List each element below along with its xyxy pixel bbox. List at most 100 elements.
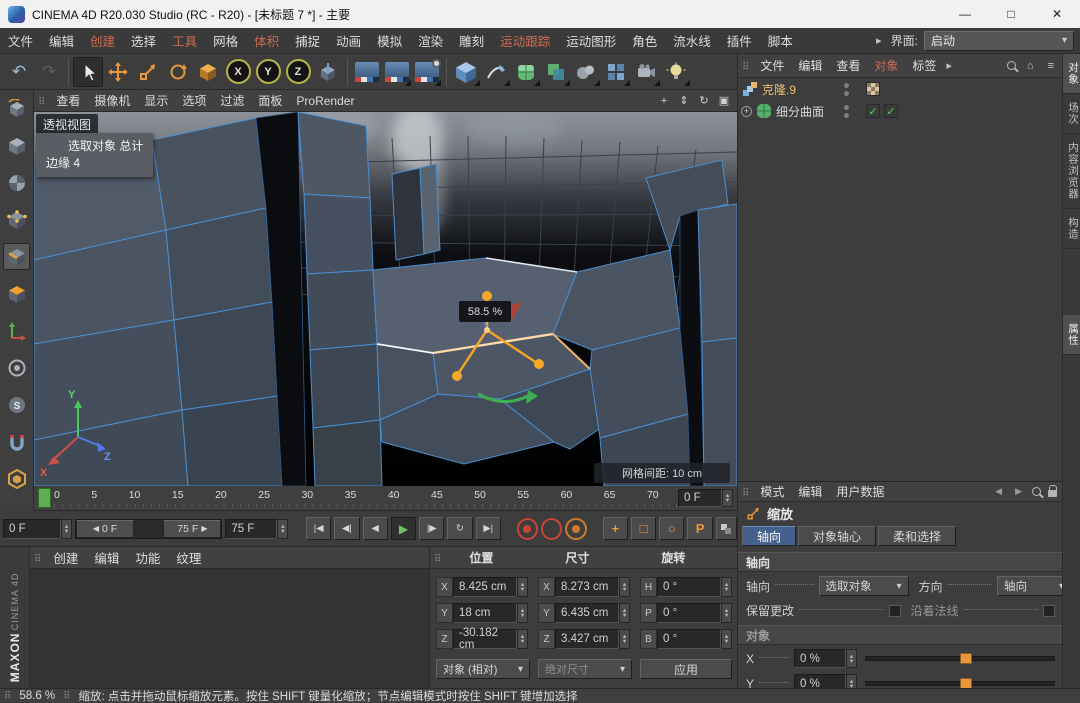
material-menu-texture[interactable]: 纹理 (168, 547, 209, 568)
panel-menu-icon[interactable]: ≡ (1045, 60, 1057, 72)
toggle-view-icon[interactable]: ▣ (715, 93, 733, 109)
points-mode-button[interactable] (3, 206, 30, 233)
goto-end-button[interactable]: ▶| (476, 517, 501, 540)
menu-snap[interactable]: 捕捉 (287, 28, 328, 53)
end-frame-value[interactable]: 75 F (225, 519, 277, 539)
rot-p-stepper[interactable] (721, 603, 732, 623)
timeline-frame-field[interactable]: 0 F (678, 489, 733, 507)
object-row-subdivision[interactable]: + 细分曲面 ✓ ✓ (738, 100, 1063, 122)
rot-h-stepper[interactable] (721, 577, 732, 597)
slider-handle[interactable] (960, 678, 972, 688)
prev-key-button[interactable]: ◀| (334, 517, 359, 540)
menu-mesh[interactable]: 网格 (205, 28, 246, 53)
menu-volume[interactable]: 体积 (246, 28, 287, 53)
timeline-frame-value[interactable]: 0 F (678, 489, 722, 507)
add-primitive-button[interactable] (451, 57, 481, 87)
slider-handle[interactable] (960, 653, 972, 664)
enabled-check-tag[interactable]: ✓ (866, 104, 880, 118)
material-list-area[interactable] (30, 569, 429, 688)
last-tool-button[interactable] (193, 57, 223, 87)
nav-back-icon[interactable]: ◀ (992, 486, 1005, 497)
snap-button[interactable] (3, 428, 30, 455)
y-strength-stepper[interactable] (846, 674, 857, 688)
om-menu-tags[interactable]: 标签 (905, 54, 943, 77)
x-axis-lock-button[interactable]: X (223, 57, 253, 87)
direction-dropdown[interactable]: 轴向 (997, 576, 1063, 596)
menu-script[interactable]: 脚本 (760, 28, 801, 53)
range-middle[interactable] (134, 520, 163, 538)
viewport-canvas[interactable]: Y X Z 透视视图 选取对象 总计 边缘 4 58.5 % 网格间距: 10 … (34, 112, 737, 486)
size-x-input[interactable]: 8.273 cm (555, 577, 619, 597)
tab-structure[interactable]: 构造 (1063, 209, 1080, 249)
menu-sculpt[interactable]: 雕刻 (451, 28, 492, 53)
timeline-playhead[interactable] (38, 488, 51, 508)
menu-plugins[interactable]: 插件 (719, 28, 760, 53)
goto-start-button[interactable]: |◀ (306, 517, 331, 540)
enabled-check-tag[interactable]: ✓ (884, 104, 898, 118)
tab-objects[interactable]: 对象 (1063, 54, 1080, 94)
menu-simulate[interactable]: 模拟 (369, 28, 410, 53)
apply-button[interactable]: 应用 (640, 659, 732, 679)
size-z-stepper[interactable] (619, 629, 630, 649)
panel-grip-icon[interactable] (34, 94, 49, 108)
menu-character[interactable]: 角色 (624, 28, 665, 53)
zoom-view-icon[interactable]: ⇕ (675, 93, 693, 109)
object-row-cloner[interactable]: 克隆.9 (738, 78, 1063, 100)
viewport-menu-panel[interactable]: 面板 (251, 90, 289, 111)
y-strength-slider[interactable] (865, 681, 1055, 686)
pos-z-input[interactable]: -30.182 cm (453, 629, 517, 649)
viewport-menu-prorender[interactable]: ProRender (289, 90, 361, 111)
viewport-solo-button[interactable] (3, 354, 30, 381)
add-boole-button[interactable] (541, 57, 571, 87)
render-settings-button[interactable] (412, 57, 442, 87)
tab-soft-selection[interactable]: 柔和选择 (878, 526, 956, 546)
preview-range-slider[interactable]: ◀ 0 F 75 F ▶ (75, 519, 222, 539)
play-mode-button[interactable]: ↻ (447, 517, 472, 540)
end-frame-field[interactable]: 75 F (225, 519, 288, 539)
record-pla-button[interactable] (716, 517, 737, 540)
timeline-ruler[interactable]: 0 5 10 15 20 25 30 35 40 45 50 55 60 65 … (34, 486, 737, 511)
panel-grip-icon[interactable] (430, 551, 445, 565)
material-menu-function[interactable]: 功能 (127, 547, 168, 568)
menu-tools[interactable]: 工具 (164, 28, 205, 53)
panel-grip-icon[interactable] (738, 59, 753, 73)
render-view-button[interactable] (352, 57, 382, 87)
keep-changes-checkbox[interactable] (889, 605, 901, 617)
om-menu-file[interactable]: 文件 (753, 54, 791, 77)
section-axis[interactable]: 轴向 (738, 552, 1063, 572)
y-axis-lock-button[interactable]: Y (253, 57, 283, 87)
edges-mode-button[interactable] (3, 243, 30, 270)
add-camera-button[interactable] (631, 57, 661, 87)
tab-content-browser[interactable]: 内容浏览器 (1063, 134, 1080, 209)
viewport-menu-view[interactable]: 查看 (49, 90, 87, 111)
keyframe-selection-button[interactable] (565, 518, 586, 540)
om-menu-edit[interactable]: 编辑 (791, 54, 829, 77)
rotate-tool-button[interactable] (163, 57, 193, 87)
home-icon[interactable]: ⌂ (1024, 60, 1037, 72)
size-x-stepper[interactable] (619, 577, 630, 597)
pos-x-input[interactable]: 8.425 cm (453, 577, 517, 597)
add-light-button[interactable] (661, 57, 691, 87)
tab-takes[interactable]: 场次 (1063, 94, 1080, 134)
material-menu-edit[interactable]: 编辑 (86, 547, 127, 568)
om-overflow-icon[interactable]: ▸ (943, 59, 955, 72)
polygons-mode-button[interactable] (3, 280, 30, 307)
z-axis-lock-button[interactable]: Z (283, 57, 313, 87)
viewport-menu-filter[interactable]: 过滤 (213, 90, 251, 111)
record-rotation-toggle[interactable]: ○ (659, 517, 684, 540)
search-icon[interactable] (1007, 61, 1016, 70)
current-frame-field[interactable]: 0 F (3, 519, 72, 539)
frame-stepper[interactable] (722, 489, 733, 507)
menu-animate[interactable]: 动画 (328, 28, 369, 53)
add-metaball-button[interactable] (571, 57, 601, 87)
add-array-button[interactable] (601, 57, 631, 87)
x-strength-stepper[interactable] (846, 649, 857, 668)
coords-mode-dropdown[interactable]: 对象 (相对) (436, 659, 530, 679)
viewport-menu-camera[interactable]: 摄像机 (87, 90, 137, 111)
pos-z-stepper[interactable] (517, 629, 528, 649)
render-picture-viewer-button[interactable] (382, 57, 412, 87)
object-name[interactable]: 细分曲面 (776, 103, 824, 120)
pos-y-input[interactable]: 18 cm (453, 603, 517, 623)
move-tool-button[interactable] (103, 57, 133, 87)
object-name[interactable]: 克隆.9 (762, 81, 796, 98)
